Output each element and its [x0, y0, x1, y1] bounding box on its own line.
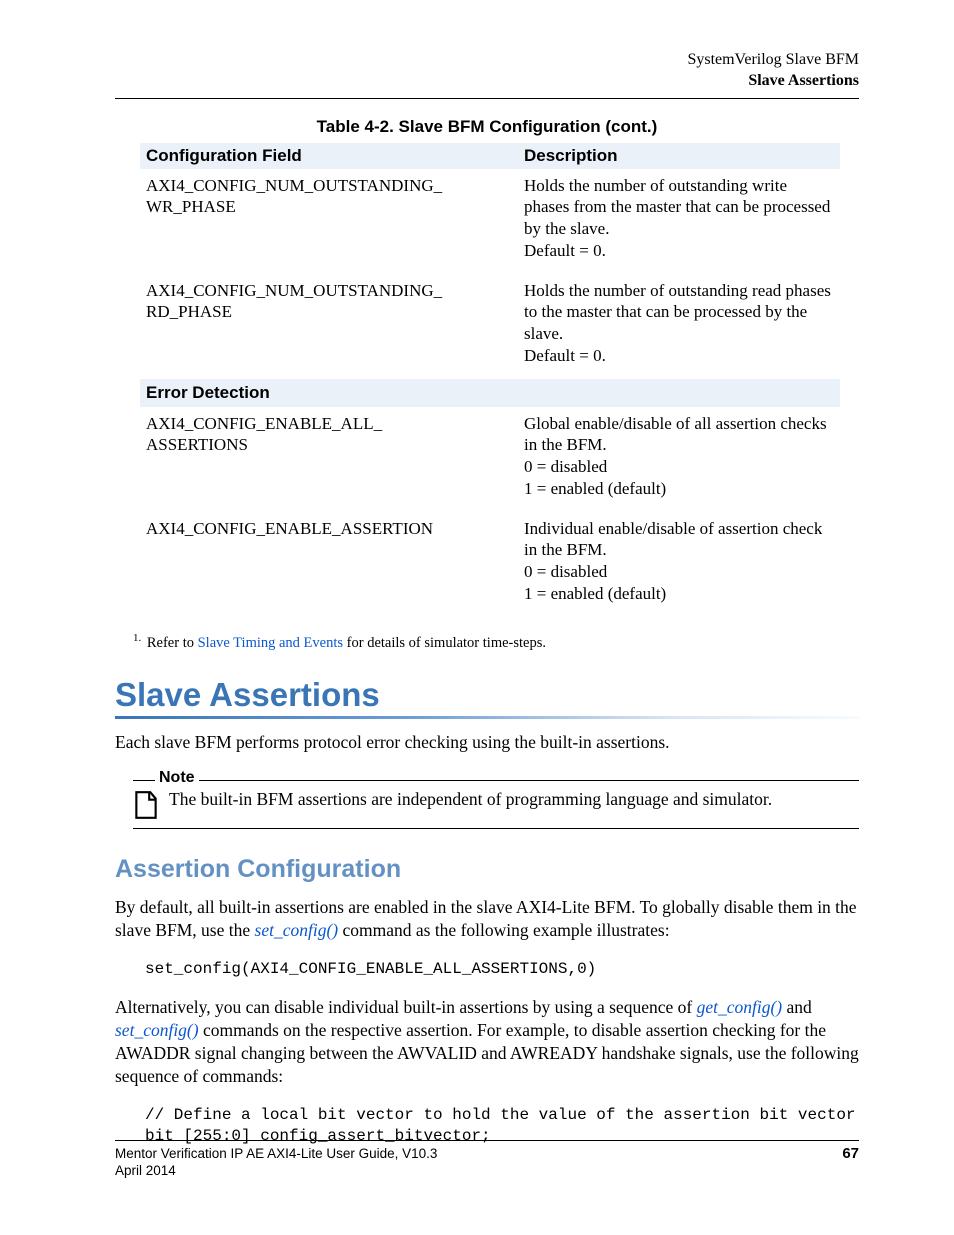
intro-paragraph: Each slave BFM performs protocol error c…: [115, 731, 859, 754]
table-header-desc: Description: [518, 143, 840, 169]
config-desc: Individual enable/disable of assertion c…: [518, 512, 840, 617]
running-header: SystemVerilog Slave BFM Slave Assertions: [115, 50, 859, 99]
table-row: AXI4_CONFIG_ENABLE_ASSERTION Individual …: [140, 512, 840, 617]
footnote-number: 1.: [133, 632, 141, 644]
config-field: AXI4_CONFIG_ENABLE_ALL_ ASSERTIONS: [140, 407, 518, 512]
footer-date: April 2014: [115, 1162, 437, 1180]
footnote-link[interactable]: Slave Timing and Events: [198, 634, 343, 650]
set-config-link[interactable]: set_config(): [115, 1020, 199, 1040]
get-config-link[interactable]: get_config(): [697, 997, 783, 1017]
footnote-pre: Refer to: [143, 634, 197, 650]
note-block: Note The built-in BFM assertions are ind…: [133, 770, 859, 829]
p2-part-b: command as the following example illustr…: [338, 920, 669, 940]
code-block: set_config(AXI4_CONFIG_ENABLE_ALL_ASSERT…: [145, 959, 859, 981]
note-rule: [133, 828, 859, 829]
config-field: AXI4_CONFIG_NUM_OUTSTANDING_ WR_PHASE: [140, 169, 518, 274]
header-line-1: SystemVerilog Slave BFM: [115, 50, 859, 71]
footer-doc-title: Mentor Verification IP AE AXI4-Lite User…: [115, 1145, 437, 1163]
p3-part-a: Alternatively, you can disable individua…: [115, 997, 697, 1017]
section-heading: Slave Assertions: [115, 676, 859, 714]
note-icon: [133, 790, 159, 820]
subsection-heading: Assertion Configuration: [115, 855, 859, 884]
p3-part-c: commands on the respective assertion. Fo…: [115, 1020, 859, 1086]
heading-rule: [115, 716, 859, 719]
note-rule: [199, 780, 859, 781]
table-header-field: Configuration Field: [140, 143, 518, 169]
page-footer: Mentor Verification IP AE AXI4-Lite User…: [115, 1140, 859, 1180]
footnote-post: for details of simulator time-steps.: [343, 634, 546, 650]
config-field: AXI4_CONFIG_NUM_OUTSTANDING_ RD_PHASE: [140, 274, 518, 379]
note-text: The built-in BFM assertions are independ…: [169, 788, 859, 811]
table-footnote: 1. Refer to Slave Timing and Events for …: [133, 631, 859, 653]
config-desc: Holds the number of outstanding write ph…: [518, 169, 840, 274]
config-desc: Holds the number of outstanding read pha…: [518, 274, 840, 379]
set-config-link[interactable]: set_config(): [255, 920, 339, 940]
body-paragraph: Alternatively, you can disable individua…: [115, 996, 859, 1088]
config-desc: Global enable/disable of all assertion c…: [518, 407, 840, 512]
note-rule: [133, 780, 155, 781]
header-line-2: Slave Assertions: [115, 71, 859, 92]
table-row: AXI4_CONFIG_NUM_OUTSTANDING_ RD_PHASE Ho…: [140, 274, 840, 379]
table-section-header: Error Detection: [140, 379, 840, 407]
table-caption: Table 4-2. Slave BFM Configuration (cont…: [115, 117, 859, 137]
page-number: 67: [842, 1145, 859, 1162]
body-paragraph: By default, all built-in assertions are …: [115, 896, 859, 942]
table-row: AXI4_CONFIG_NUM_OUTSTANDING_ WR_PHASE Ho…: [140, 169, 840, 274]
table-row: AXI4_CONFIG_ENABLE_ALL_ ASSERTIONS Globa…: [140, 407, 840, 512]
p3-part-b: and: [782, 997, 812, 1017]
config-field: AXI4_CONFIG_ENABLE_ASSERTION: [140, 512, 518, 617]
config-table: Configuration Field Description AXI4_CON…: [140, 143, 840, 617]
note-label: Note: [155, 770, 199, 786]
